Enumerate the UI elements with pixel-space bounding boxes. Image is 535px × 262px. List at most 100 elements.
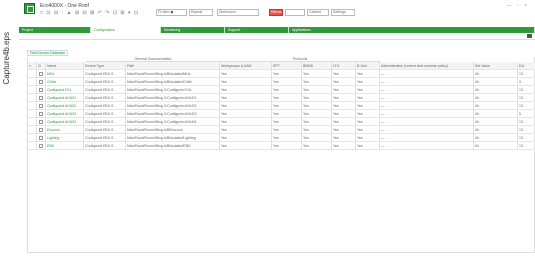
table-row[interactable]: Configured AHU03 Configured EBX S MainPane… — [28, 110, 535, 118]
table-cell: Yes — [272, 78, 302, 86]
table-cell: Configured EBX S — [84, 78, 126, 86]
table-cell: Yes — [302, 126, 332, 134]
table-cell: 0h — [474, 102, 518, 110]
table-cell: Yes — [302, 78, 332, 86]
table-cell: Lighting — [46, 134, 84, 142]
col-rpt[interactable]: RPT — [272, 62, 302, 70]
table-cell: Yes — [332, 102, 356, 110]
col-name[interactable]: Name — [46, 62, 84, 70]
col-ext[interactable]: Ext — [518, 62, 535, 70]
cabinet-button[interactable]: Cabinet — [307, 9, 329, 16]
row-marker — [28, 70, 37, 78]
effects-button[interactable]: Effects — [269, 9, 283, 16]
table-cell: Yes — [272, 118, 302, 126]
table-cell: Yes — [302, 94, 332, 102]
table-cell: — — [380, 102, 474, 110]
table-cell: MainPanel/Room/Wing A/B/Isolated/MHz — [126, 70, 220, 78]
window-title: Eco4000X - One Roof — [40, 3, 89, 9]
table-cell: 0h — [474, 94, 518, 102]
table-cell: 13 — [518, 70, 535, 78]
col-path[interactable]: Path — [126, 62, 220, 70]
table-row[interactable]: CHillz Configured EBX S MainPanel/Room/Win… — [28, 78, 535, 86]
row-checkbox[interactable] — [37, 126, 46, 134]
table-cell: — — [380, 118, 474, 126]
table-cell: Configured AHU02 — [46, 102, 84, 110]
window-controls[interactable]: — ▫ × — [507, 3, 529, 9]
table-row[interactable]: MHz Configured EBX S MainPanel/Room/Wing A… — [28, 70, 535, 78]
table-cell: — — [380, 126, 474, 134]
table-cell: Yes — [302, 134, 332, 142]
table-cell: Yes — [356, 134, 380, 142]
grid-header-row: ≡ ⊡ Name Device Type Path Workgroups & A… — [28, 62, 535, 70]
col-device-type[interactable]: Device Type — [84, 62, 126, 70]
col-select[interactable]: ⊡ — [37, 62, 46, 70]
row-marker — [28, 78, 37, 86]
table-cell: Yes — [220, 102, 272, 110]
table-row[interactable]: Lighting Configured EBX S MainPanel/Room/W… — [28, 134, 535, 142]
table-cell: Yes — [332, 94, 356, 102]
table-cell: Configured EBX S — [84, 142, 126, 150]
row-checkbox[interactable] — [37, 134, 46, 142]
table-row[interactable]: EBD Configured EBX S MainPanel/Room/Wing A… — [28, 142, 535, 150]
row-marker — [28, 142, 37, 150]
table-cell: MainPanel/Room/Wing A/B/Ecocool — [126, 126, 220, 134]
table-cell: Yes — [220, 142, 272, 150]
table-row[interactable]: Configured AHU04 Configured EBX S MainPane… — [28, 118, 535, 126]
col-admin[interactable]: Administrative (current limit override p… — [380, 62, 474, 70]
table-cell: 13 — [518, 102, 535, 110]
row-checkbox[interactable] — [37, 70, 46, 78]
table-cell: Ecocool — [46, 126, 84, 134]
table-cell: Yes — [356, 86, 380, 94]
table-cell: — — [380, 70, 474, 78]
view-tab[interactable]: Field Device Database — [27, 50, 69, 56]
table-cell: Yes — [272, 126, 302, 134]
row-marker — [28, 118, 37, 126]
row-checkbox[interactable] — [37, 78, 46, 86]
table-cell: — — [380, 110, 474, 118]
dimension-field[interactable]: Dimension — [217, 9, 259, 16]
table-cell: Configured EBX S — [84, 126, 126, 134]
col-bgrid[interactable]: B-Grid — [356, 62, 380, 70]
table-cell: Configured AHU04 — [46, 118, 84, 126]
table-row[interactable]: Configured EXL Configured EBX S MainPanel/… — [28, 86, 535, 94]
table-cell: 0h — [474, 118, 518, 126]
table-cell: 0h — [474, 142, 518, 150]
table-cell: MainPanel/Room/Wing C/Configured AHU01 — [126, 94, 220, 102]
row-checkbox[interactable] — [37, 142, 46, 150]
table-cell: Yes — [302, 70, 332, 78]
table-cell: Yes — [356, 78, 380, 86]
sub-toolbar — [19, 33, 535, 40]
col-menu[interactable]: ≡ — [28, 62, 37, 70]
col-lts[interactable]: LTS — [332, 62, 356, 70]
fill-item-button[interactable]: Fil Item ◼ — [156, 9, 187, 16]
table-cell: Yes — [220, 86, 272, 94]
table-row[interactable]: Configured AHU02 Configured EBX S MainPane… — [28, 102, 535, 110]
table-row[interactable]: Ecocool Configured EBX S MainPanel/Room/Wi… — [28, 126, 535, 134]
table-cell: Yes — [332, 86, 356, 94]
table-cell: — — [380, 142, 474, 150]
row-checkbox[interactable] — [37, 110, 46, 118]
table-cell: Yes — [332, 142, 356, 150]
row-checkbox[interactable] — [37, 118, 46, 126]
table-cell: Yes — [302, 110, 332, 118]
repeat-button[interactable]: Repeat — [189, 9, 213, 16]
col-workgroups[interactable]: Workgroups & AAM — [220, 62, 272, 70]
row-checkbox[interactable] — [37, 86, 46, 94]
settings-button[interactable]: Settings — [331, 9, 355, 16]
table-cell: Yes — [356, 126, 380, 134]
table-cell: Yes — [220, 134, 272, 142]
table-cell: Yes — [272, 110, 302, 118]
table-cell: Yes — [272, 102, 302, 110]
quick-access-toolbar[interactable]: □ ⊡ ⊟ · ▲ ⊞ ⊟ ⊠ ↶ ↷ ⊡ ⊞ ▾ ⊡ — [40, 10, 139, 16]
col-set-value[interactable]: Set Value — [474, 62, 518, 70]
table-cell: MHz — [46, 70, 84, 78]
col-bbmd[interactable]: BBMD — [302, 62, 332, 70]
row-checkbox[interactable] — [37, 94, 46, 102]
panel-toggle-icon[interactable] — [527, 34, 532, 38]
row-checkbox[interactable] — [37, 102, 46, 110]
toolbar-group-blank[interactable] — [285, 9, 305, 16]
table-row[interactable]: Configured AHU01 Configured EBX S MainPane… — [28, 94, 535, 102]
table-cell: Configured EBX S — [84, 110, 126, 118]
table-cell: — — [380, 134, 474, 142]
table-cell: Yes — [356, 94, 380, 102]
